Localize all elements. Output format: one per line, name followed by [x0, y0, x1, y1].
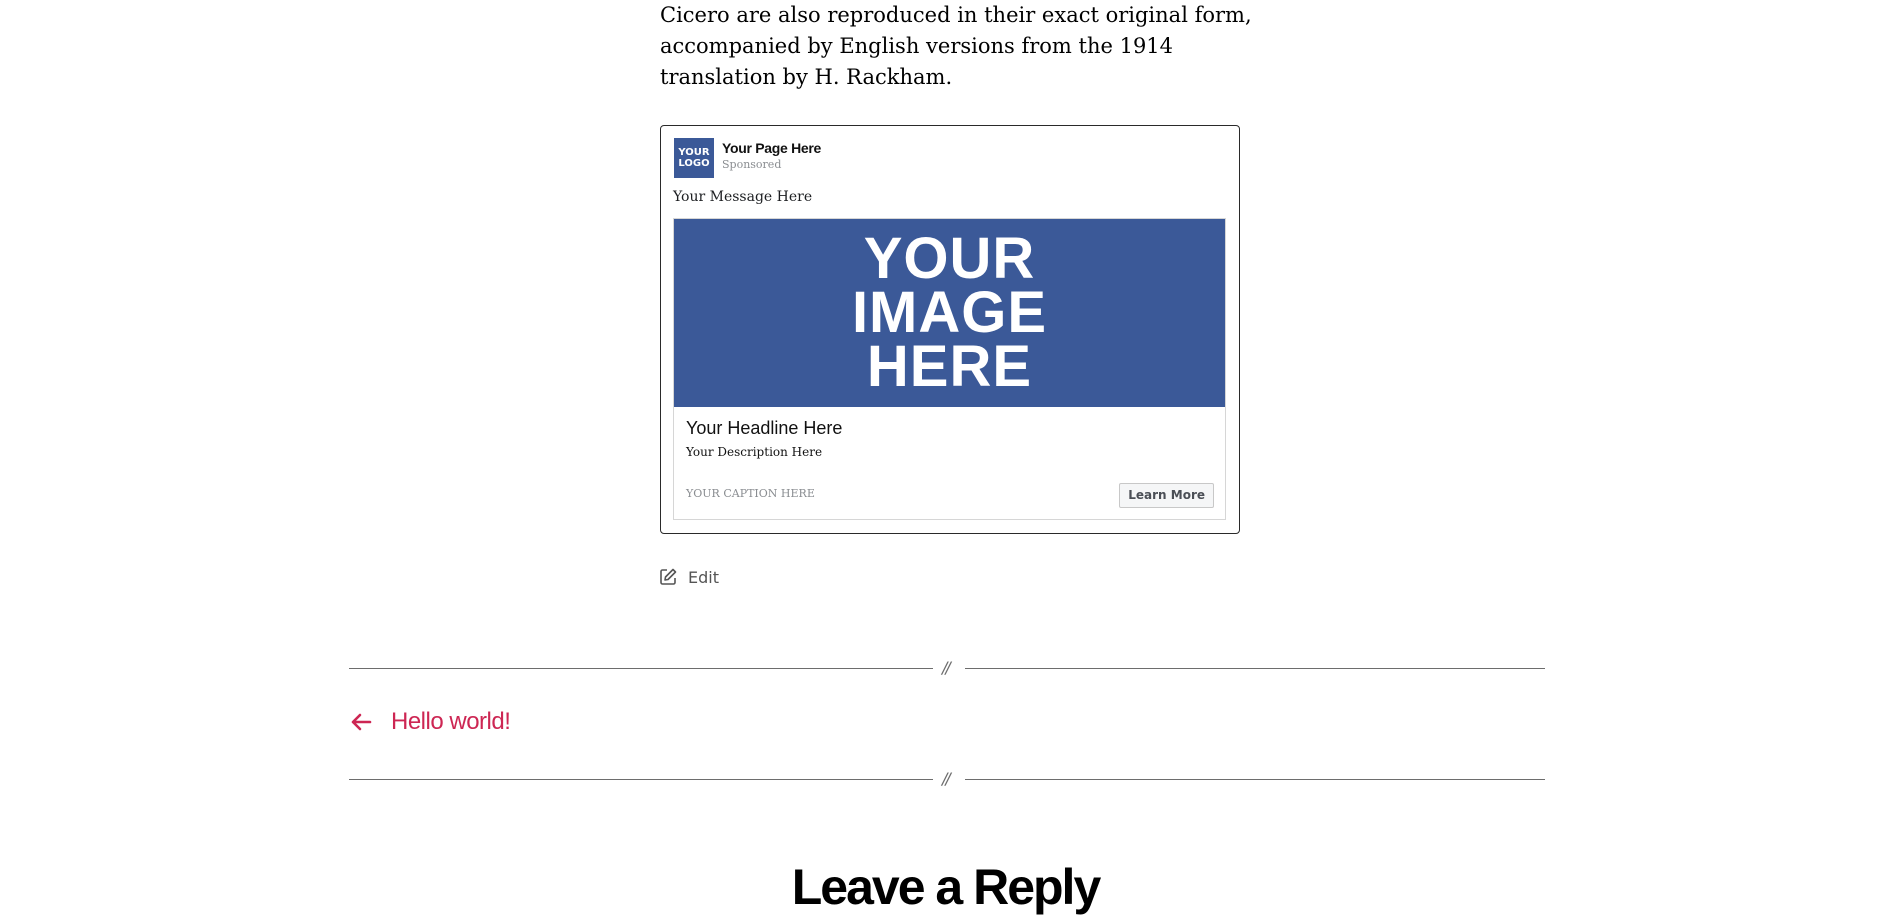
paragraph-line: Cicero are also reproduced in their exac…: [660, 3, 1252, 27]
separator-line: [349, 668, 933, 669]
learn-more-button[interactable]: Learn More: [1119, 483, 1214, 508]
ad-sponsored-label: Sponsored: [722, 158, 782, 171]
paragraph-line: accompanied by English versions from the…: [660, 34, 1174, 58]
edit-label: Edit: [688, 567, 719, 587]
separator-mark: //: [942, 769, 951, 788]
paragraph-line: translation by H. Rackham.: [660, 65, 953, 89]
ad-page-name: Your Page Here: [722, 140, 822, 156]
ad-description: Your Description Here: [686, 445, 823, 459]
logo-text-line: LOGO: [678, 158, 710, 169]
ad-link-card: YOUR IMAGE HERE Your Headline Here Your …: [673, 218, 1226, 520]
previous-post-title: Hello world!: [391, 708, 511, 735]
facebook-ad-preview: YOUR LOGO Your Page Here Sponsored Your …: [660, 125, 1240, 534]
ad-image-placeholder: YOUR IMAGE HERE: [674, 219, 1225, 407]
separator-line: [965, 779, 1545, 780]
logo-text-line: YOUR: [678, 147, 710, 158]
article-paragraph: Cicero are also reproduced in their exac…: [660, 0, 1252, 93]
comments-title: Leave a Reply: [791, 859, 1102, 915]
ad-caption: YOUR CAPTION HERE: [686, 487, 815, 500]
edit-icon: [660, 568, 677, 585]
section-separator: //: [349, 658, 1545, 678]
ad-message: Your Message Here: [673, 189, 813, 205]
separator-mark: //: [942, 658, 951, 677]
ad-image-text-line: IMAGE: [851, 280, 1048, 345]
arrow-left-icon: [351, 713, 372, 731]
previous-post-link[interactable]: Hello world!: [349, 707, 511, 737]
section-separator: //: [349, 769, 1545, 789]
ad-image-text-line: HERE: [866, 334, 1033, 399]
separator-line: [349, 779, 933, 780]
ad-logo: YOUR LOGO: [674, 138, 714, 178]
separator-line: [965, 668, 1545, 669]
ad-image-text-line: YOUR: [863, 226, 1036, 291]
edit-link[interactable]: Edit: [658, 565, 719, 589]
ad-headline: Your Headline Here: [686, 418, 843, 438]
ad-image-text: YOUR IMAGE HERE: [851, 226, 1048, 399]
